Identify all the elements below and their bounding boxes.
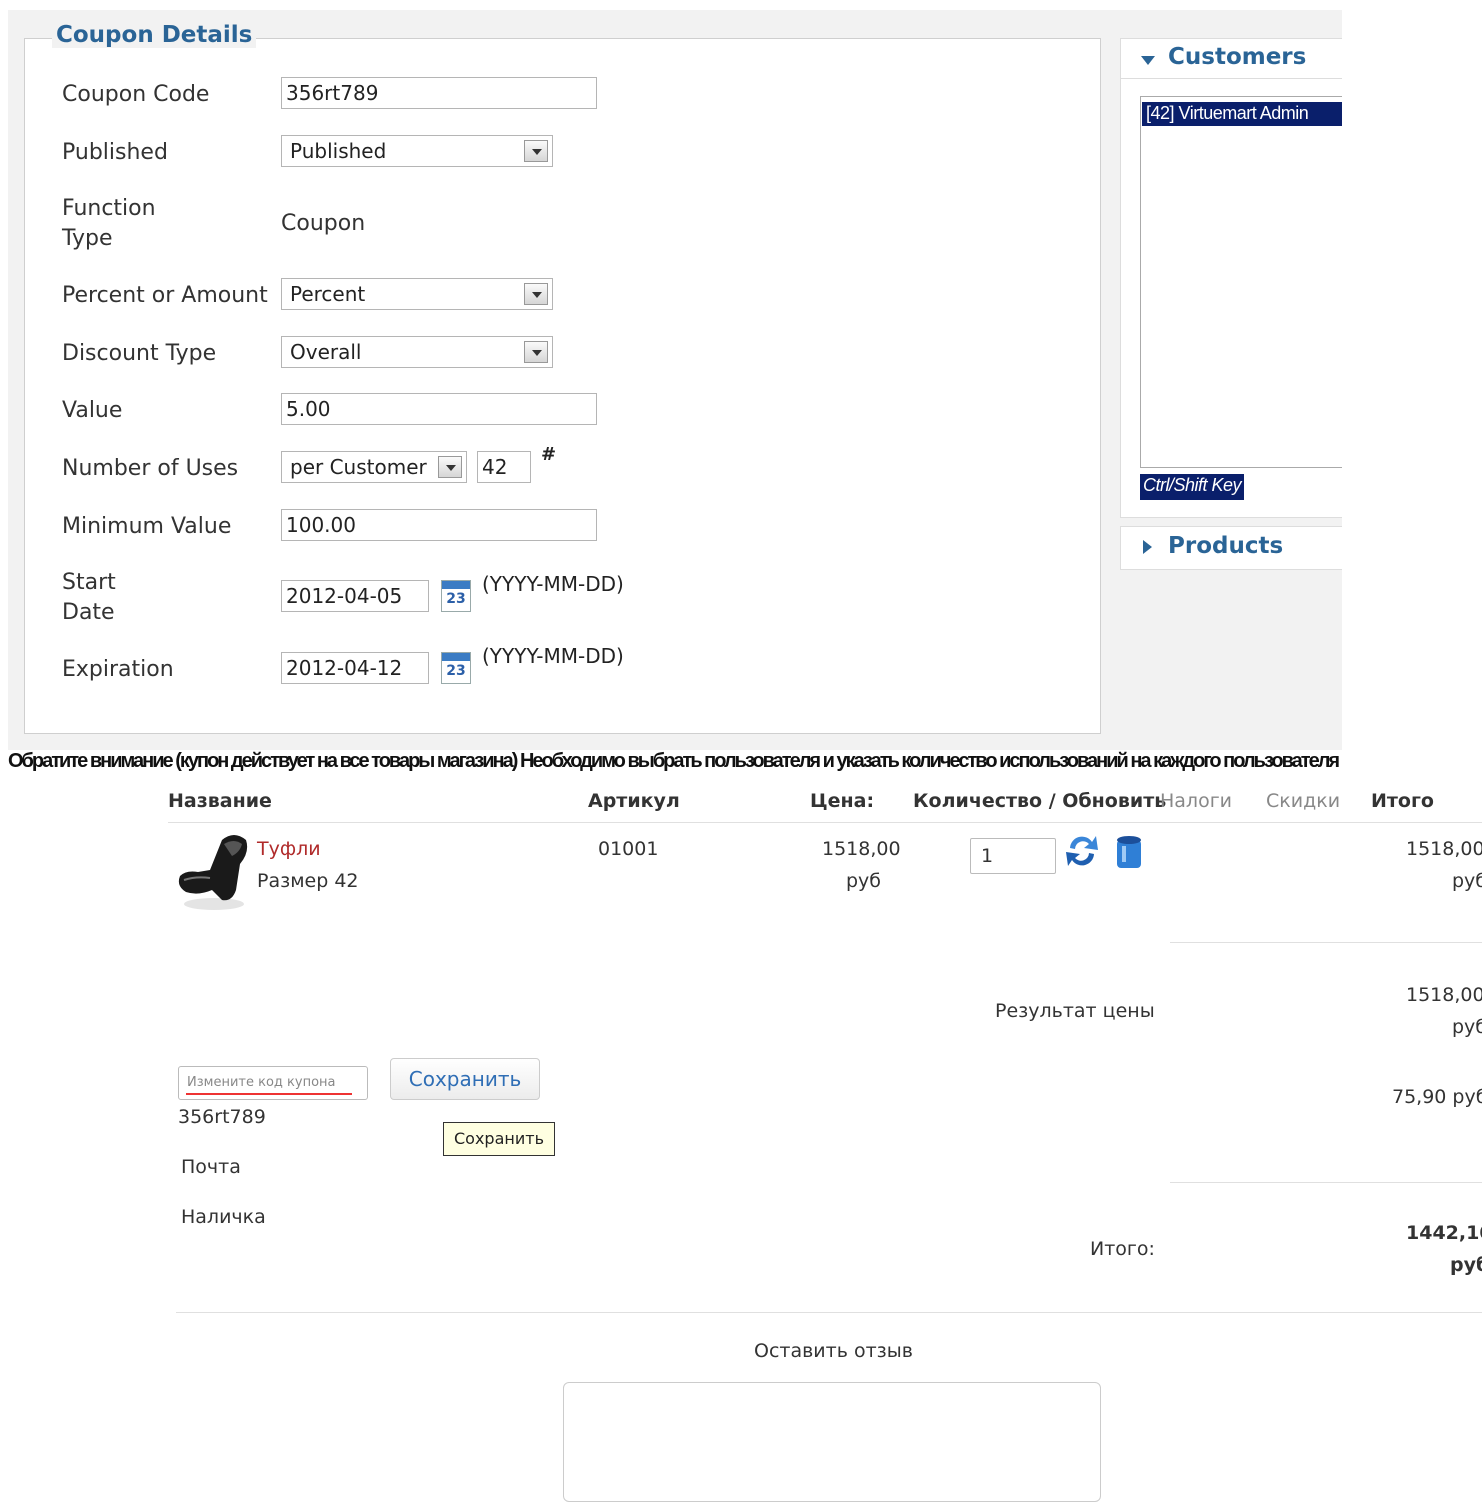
minimum-value-label: Minimum Value bbox=[62, 514, 232, 539]
calendar-icon[interactable]: 23 bbox=[441, 580, 471, 612]
divider bbox=[1120, 78, 1342, 79]
subtotal-divider bbox=[1170, 942, 1482, 943]
calendar-day: 23 bbox=[446, 591, 466, 607]
quantity-input[interactable]: 1 bbox=[970, 838, 1056, 874]
col-header-discount: Скидки bbox=[1266, 790, 1341, 812]
trash-icon[interactable] bbox=[1114, 834, 1144, 870]
customers-panel-title[interactable]: Customers bbox=[1168, 44, 1306, 70]
start-date-input[interactable]: 2012-04-05 bbox=[281, 580, 429, 612]
start-date-label-line1: Start bbox=[62, 570, 116, 595]
save-tooltip: Сохранить bbox=[443, 1122, 555, 1156]
coupon-details-fieldset bbox=[24, 38, 1101, 734]
function-type-label-line1: Function bbox=[62, 196, 156, 221]
product-total-currency: руб bbox=[1452, 870, 1482, 892]
ctrl-shift-hint: Ctrl/Shift Key bbox=[1140, 474, 1245, 500]
chevron-down-icon bbox=[438, 456, 462, 478]
leave-review-label: Оставить отзыв bbox=[754, 1340, 913, 1362]
product-total: 1518,00 bbox=[1406, 838, 1482, 860]
applied-coupon-code: 356rt789 bbox=[178, 1106, 266, 1128]
coupon-code-input[interactable]: 356rt789 bbox=[281, 77, 597, 109]
percent-or-amount-select[interactable]: Percent bbox=[281, 278, 553, 310]
expiration-format-hint: (YYYY-MM-DD) bbox=[482, 644, 624, 668]
total-divider bbox=[1170, 1182, 1482, 1183]
col-header-qty: Количество / Обновить bbox=[913, 790, 1167, 812]
chevron-down-icon bbox=[524, 283, 548, 305]
expiration-label: Expiration bbox=[62, 657, 174, 682]
discount-type-select-value: Overall bbox=[290, 340, 362, 364]
save-coupon-button[interactable]: Сохранить bbox=[390, 1058, 540, 1100]
overlapping-text-band: Обратите внимание (купон действует на вс… bbox=[8, 750, 1340, 772]
calendar-icon[interactable]: 23 bbox=[441, 652, 471, 684]
product-link[interactable]: Туфли bbox=[257, 838, 321, 860]
header-divider bbox=[168, 822, 1482, 823]
number-of-uses-label: Number of Uses bbox=[62, 456, 239, 481]
grand-total-label: Итого: bbox=[1090, 1238, 1155, 1260]
function-type-label-line2: Type bbox=[62, 226, 113, 251]
product-thumbnail[interactable] bbox=[176, 830, 252, 914]
col-header-sku: Артикул bbox=[588, 790, 680, 812]
product-attribute: Размер 42 bbox=[257, 870, 359, 892]
discount-type-select[interactable]: Overall bbox=[281, 336, 553, 368]
discount-type-label: Discount Type bbox=[62, 341, 217, 366]
triangle-right-icon[interactable] bbox=[1143, 540, 1152, 554]
value-label: Value bbox=[62, 398, 123, 423]
percent-or-amount-select-value: Percent bbox=[290, 282, 366, 306]
customers-listbox[interactable] bbox=[1140, 96, 1342, 468]
value-input[interactable]: 5.00 bbox=[281, 393, 597, 425]
coupon-code-label: Coupon Code bbox=[62, 82, 210, 107]
coupon-discount-amount: 75,90 руб bbox=[1392, 1086, 1482, 1108]
grand-total-currency: руб bbox=[1450, 1254, 1482, 1276]
refresh-icon[interactable] bbox=[1064, 832, 1100, 870]
shipping-method: Почта bbox=[181, 1156, 241, 1178]
products-panel-title[interactable]: Products bbox=[1168, 533, 1283, 559]
col-header-tax: Налоги bbox=[1160, 790, 1233, 812]
col-header-name: Название bbox=[168, 790, 272, 812]
start-date-label-line2: Date bbox=[62, 600, 115, 625]
published-select[interactable]: Published bbox=[281, 135, 553, 167]
number-of-uses-select-value: per Customer bbox=[290, 455, 427, 479]
published-label: Published bbox=[62, 140, 168, 165]
product-price: 1518,00 bbox=[822, 838, 901, 860]
customers-list-item-selected[interactable]: [42] Virtuemart Admin bbox=[1142, 102, 1342, 126]
chevron-down-icon bbox=[524, 341, 548, 363]
calendar-day: 23 bbox=[446, 663, 466, 679]
product-sku: 01001 bbox=[598, 838, 659, 860]
percent-or-amount-label: Percent or Amount bbox=[62, 283, 268, 308]
price-result-label: Результат цены bbox=[995, 1000, 1155, 1022]
number-of-uses-select[interactable]: per Customer bbox=[281, 451, 467, 483]
col-header-price: Цена: bbox=[810, 790, 875, 812]
start-date-format-hint: (YYYY-MM-DD) bbox=[482, 572, 624, 596]
expiration-input[interactable]: 2012-04-12 bbox=[281, 652, 429, 684]
chevron-down-icon bbox=[524, 140, 548, 162]
triangle-down-icon[interactable] bbox=[1141, 56, 1155, 65]
payment-method: Наличка bbox=[181, 1206, 266, 1228]
coupon-placeholder: Измените код купона bbox=[187, 1075, 336, 1090]
grand-total-amount: 1442,10 bbox=[1406, 1222, 1482, 1244]
product-price-currency: руб bbox=[846, 870, 882, 892]
function-type-value: Coupon bbox=[281, 211, 366, 236]
subtotal-amount: 1518,00 bbox=[1406, 984, 1482, 1006]
minimum-value-input[interactable]: 100.00 bbox=[281, 509, 597, 541]
published-select-value: Published bbox=[290, 139, 387, 163]
spellcheck-underline bbox=[186, 1093, 352, 1095]
number-of-uses-count-input[interactable]: 42 bbox=[477, 451, 531, 483]
coupon-details-legend: Coupon Details bbox=[52, 22, 257, 48]
col-header-total: Итого bbox=[1371, 790, 1434, 812]
review-textarea[interactable] bbox=[563, 1382, 1101, 1502]
number-of-uses-suffix: # bbox=[541, 444, 557, 465]
review-divider bbox=[176, 1312, 1482, 1313]
subtotal-currency: руб bbox=[1452, 1016, 1482, 1038]
